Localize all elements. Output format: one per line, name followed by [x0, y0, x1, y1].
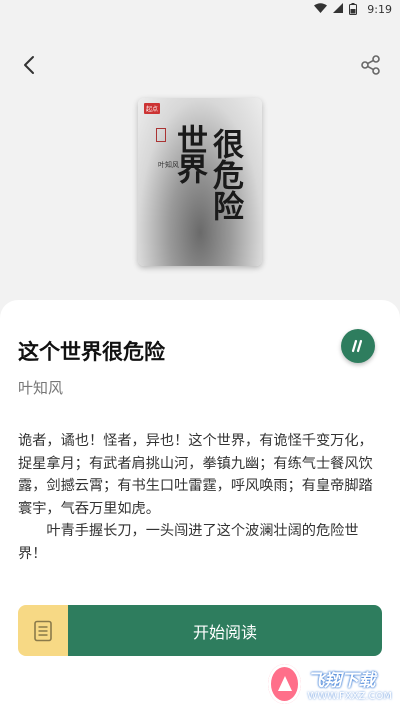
- cover-title-line2: 世界: [171, 124, 207, 182]
- audio-badge-icon: [351, 339, 363, 353]
- back-button[interactable]: [14, 50, 44, 80]
- cover-author: 叶知风: [158, 161, 179, 169]
- wifi-icon: [314, 2, 328, 16]
- share-button[interactable]: [356, 50, 386, 80]
- book-author: 叶知风: [18, 379, 64, 397]
- status-bar: 9:19: [0, 0, 400, 18]
- start-reading-button[interactable]: 开始阅读: [68, 605, 382, 656]
- watermark-logo-icon: [268, 664, 302, 704]
- watermark: 飞翔下载 WWW.FXXZ.COM: [268, 660, 392, 708]
- chevron-left-icon: [24, 56, 34, 74]
- watermark-text: 飞翔下载: [307, 671, 376, 691]
- listen-button[interactable]: [341, 329, 375, 363]
- battery-icon: [349, 3, 358, 15]
- top-bar: [0, 44, 400, 88]
- watermark-url: WWW.FXXZ.COM: [307, 691, 392, 702]
- catalog-icon: [34, 620, 52, 641]
- status-time: 9:19: [367, 2, 392, 16]
- book-detail-panel: 这个世界很危险 叶知风 诡者，谲也！怪者，异也！这个世界，有诡怪千变万化，捉星拿…: [0, 300, 400, 712]
- book-title: 这个世界很危险: [18, 339, 165, 364]
- book-description: 诡者，谲也！怪者，异也！这个世界，有诡怪千变万化，捉星拿月；有武者肩挑山河，拳镇…: [18, 430, 382, 565]
- cover-title-line1: 很危险: [207, 128, 243, 221]
- description-paragraph-2: 叶青手握长刀，一头闯进了这个波澜壮阔的危险世界！: [18, 523, 359, 562]
- share-icon: [361, 55, 380, 75]
- description-paragraph-1: 诡者，谲也！怪者，异也！这个世界，有诡怪千变万化，捉星拿月；有武者肩挑山河，拳镇…: [18, 433, 373, 517]
- signal-icon: [333, 2, 344, 16]
- book-cover[interactable]: 起点 很危险 世界 叶知风: [138, 98, 262, 266]
- read-bar: 开始阅读: [18, 605, 382, 656]
- cover-seal-icon: [156, 128, 166, 142]
- catalog-button[interactable]: [18, 605, 68, 656]
- cover-publisher: 起点: [144, 103, 161, 114]
